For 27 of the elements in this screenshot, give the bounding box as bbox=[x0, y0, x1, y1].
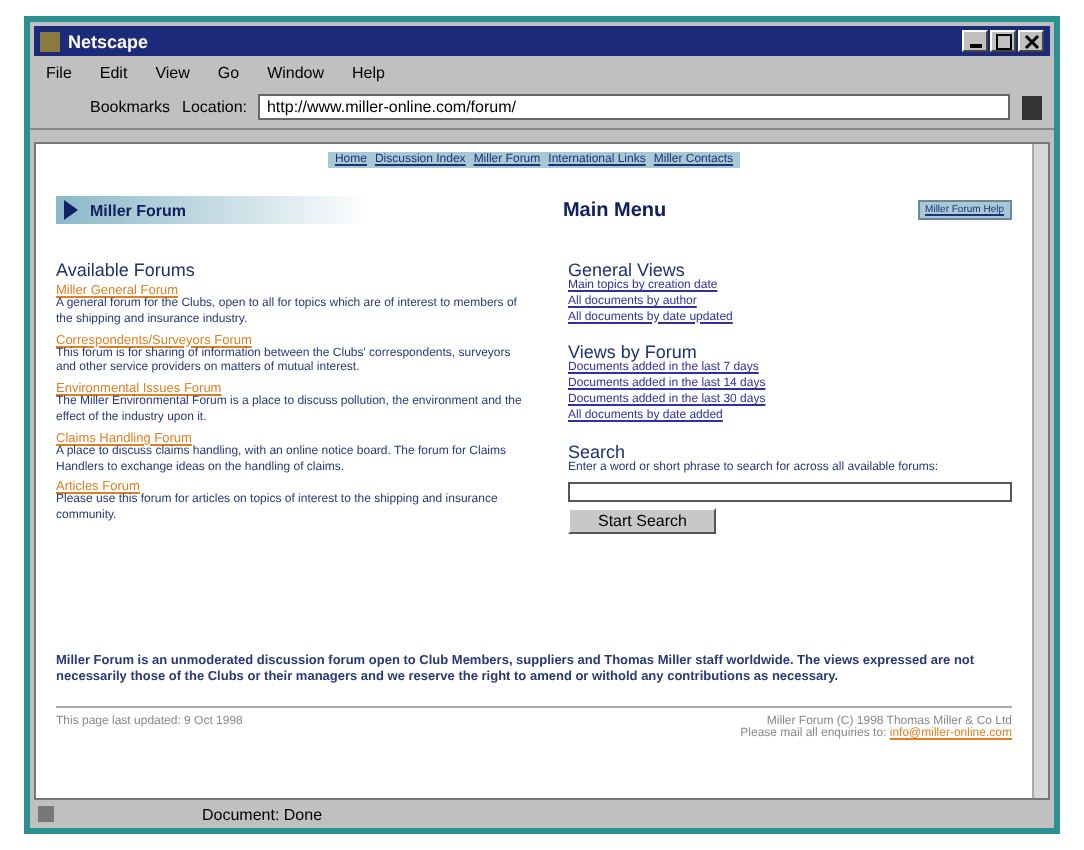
search-field[interactable] bbox=[568, 482, 1012, 503]
menu-item[interactable]: Help bbox=[352, 64, 385, 82]
section-heading: Available Forums bbox=[56, 260, 197, 280]
menu-item[interactable]: File bbox=[46, 64, 72, 82]
section-heading: Views by Forum bbox=[568, 342, 697, 363]
menu-item[interactable]: View bbox=[155, 64, 190, 82]
minimize-icon bbox=[969, 44, 981, 48]
section-heading: General Views bbox=[568, 260, 685, 280]
bookmarks-button[interactable]: Bookmarks bbox=[90, 98, 171, 116]
search-button[interactable]: Start Search bbox=[568, 508, 717, 535]
minimize-button[interactable] bbox=[962, 30, 988, 52]
window-title: Netscape bbox=[68, 31, 151, 51]
close-icon[interactable] bbox=[1018, 30, 1044, 52]
maximize-icon bbox=[995, 33, 1011, 49]
url-field[interactable]: http://www.miller-online.com/forum/ bbox=[258, 94, 1010, 120]
page-heading: Main Menu bbox=[560, 199, 669, 221]
menu-item[interactable]: Edit bbox=[99, 64, 128, 82]
app-icon bbox=[40, 31, 60, 51]
menu-item[interactable]: Go bbox=[217, 64, 240, 82]
menu-item[interactable]: Window bbox=[267, 64, 325, 82]
location-label: Location: bbox=[182, 98, 247, 116]
status-icon bbox=[38, 806, 54, 822]
status-text: Document: Done bbox=[202, 805, 323, 823]
section-heading: Search bbox=[568, 441, 626, 462]
maximize-button[interactable] bbox=[990, 30, 1016, 52]
scrollbar[interactable] bbox=[1032, 144, 1048, 798]
triangle-icon bbox=[64, 200, 78, 220]
